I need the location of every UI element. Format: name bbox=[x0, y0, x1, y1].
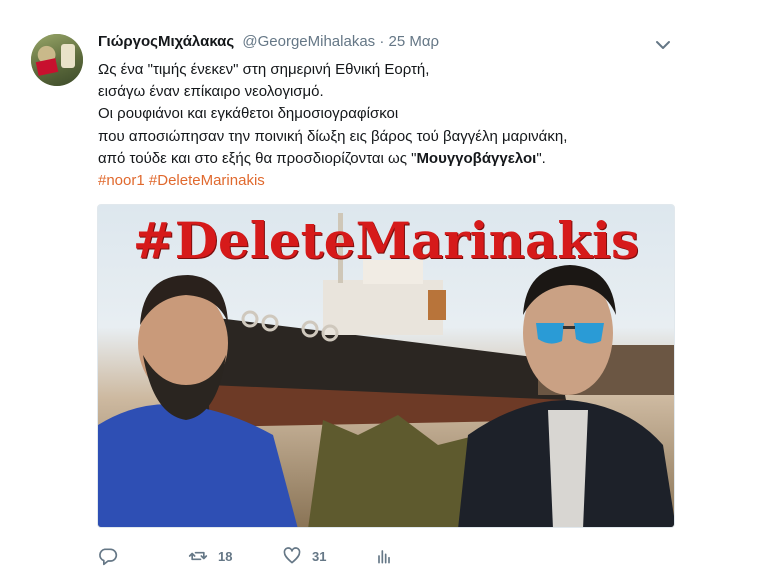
tweet-text-line: Ως ένα "τιμής ένεκεν" στη σημερινή Εθνικ… bbox=[98, 61, 430, 78]
reply-icon bbox=[99, 548, 118, 566]
tweet-header: ΓιώργοςΜιχάλακας @GeorgeMihalakas · 25 Μ… bbox=[98, 33, 439, 50]
right-person-shirt bbox=[548, 410, 588, 527]
foreground-grass bbox=[308, 415, 478, 527]
tweet-actions: 18 31 bbox=[98, 543, 498, 569]
avatar-light-shape bbox=[61, 44, 75, 68]
heart-icon bbox=[283, 547, 301, 564]
retweet-icon bbox=[188, 551, 208, 561]
analytics-icon bbox=[378, 550, 390, 564]
tweet-date[interactable]: 25 Μαρ bbox=[389, 33, 440, 50]
hashtag-link-deletemarinakis[interactable]: #DeleteMarinakis bbox=[149, 172, 265, 189]
hashtag-link-noor1[interactable]: #noor1 bbox=[98, 172, 145, 189]
tweet-text-line: από τούδε και στο εξής θα προσδιορίζοντα… bbox=[98, 148, 658, 170]
author-avatar[interactable] bbox=[31, 34, 83, 86]
chevron-down-icon[interactable] bbox=[654, 36, 672, 54]
header-separator: · bbox=[379, 33, 385, 50]
neologism-bold: Μουγγοβάγγελοι bbox=[416, 149, 537, 167]
last-line-suffix: ". bbox=[536, 149, 546, 167]
tweet-text-line: Οι ρουφιάνοι και εγκάθετοι δημοσιογραφίσ… bbox=[98, 105, 399, 123]
tweet-text-line: που αποσιώπησαν την ποινική δίωξη εις βά… bbox=[98, 127, 568, 145]
ship-funnel bbox=[428, 290, 446, 320]
retweet-button[interactable]: 18 bbox=[188, 543, 232, 569]
retweet-count: 18 bbox=[218, 548, 233, 564]
tweet-media-image[interactable]: #DeleteMarinakis bbox=[97, 204, 675, 528]
like-button[interactable]: 31 bbox=[282, 543, 326, 569]
hashtag-line: #noor1 #DeleteMarinakis bbox=[98, 170, 658, 192]
author-handle[interactable]: @GeorgeMihalakas bbox=[242, 33, 375, 50]
last-line-prefix: από τούδε και στο εξής θα προσδιορίζοντα… bbox=[98, 149, 417, 167]
avatar-background bbox=[31, 34, 83, 86]
ship-superstructure bbox=[323, 280, 443, 335]
author-name[interactable]: ΓιώργοςΜιχάλακας bbox=[98, 33, 234, 50]
analytics-button[interactable] bbox=[374, 543, 394, 569]
like-count: 31 bbox=[312, 548, 327, 564]
tweet-text: Ως ένα "τιμής ένεκεν" στη σημερινή Εθνικ… bbox=[98, 59, 658, 192]
tweet-text-line: εισάγω έναν επίκαιρο νεολογισμό. bbox=[98, 83, 324, 101]
reply-button[interactable] bbox=[98, 543, 118, 569]
media-overlay-text: #DeleteMarinakis bbox=[132, 211, 640, 270]
